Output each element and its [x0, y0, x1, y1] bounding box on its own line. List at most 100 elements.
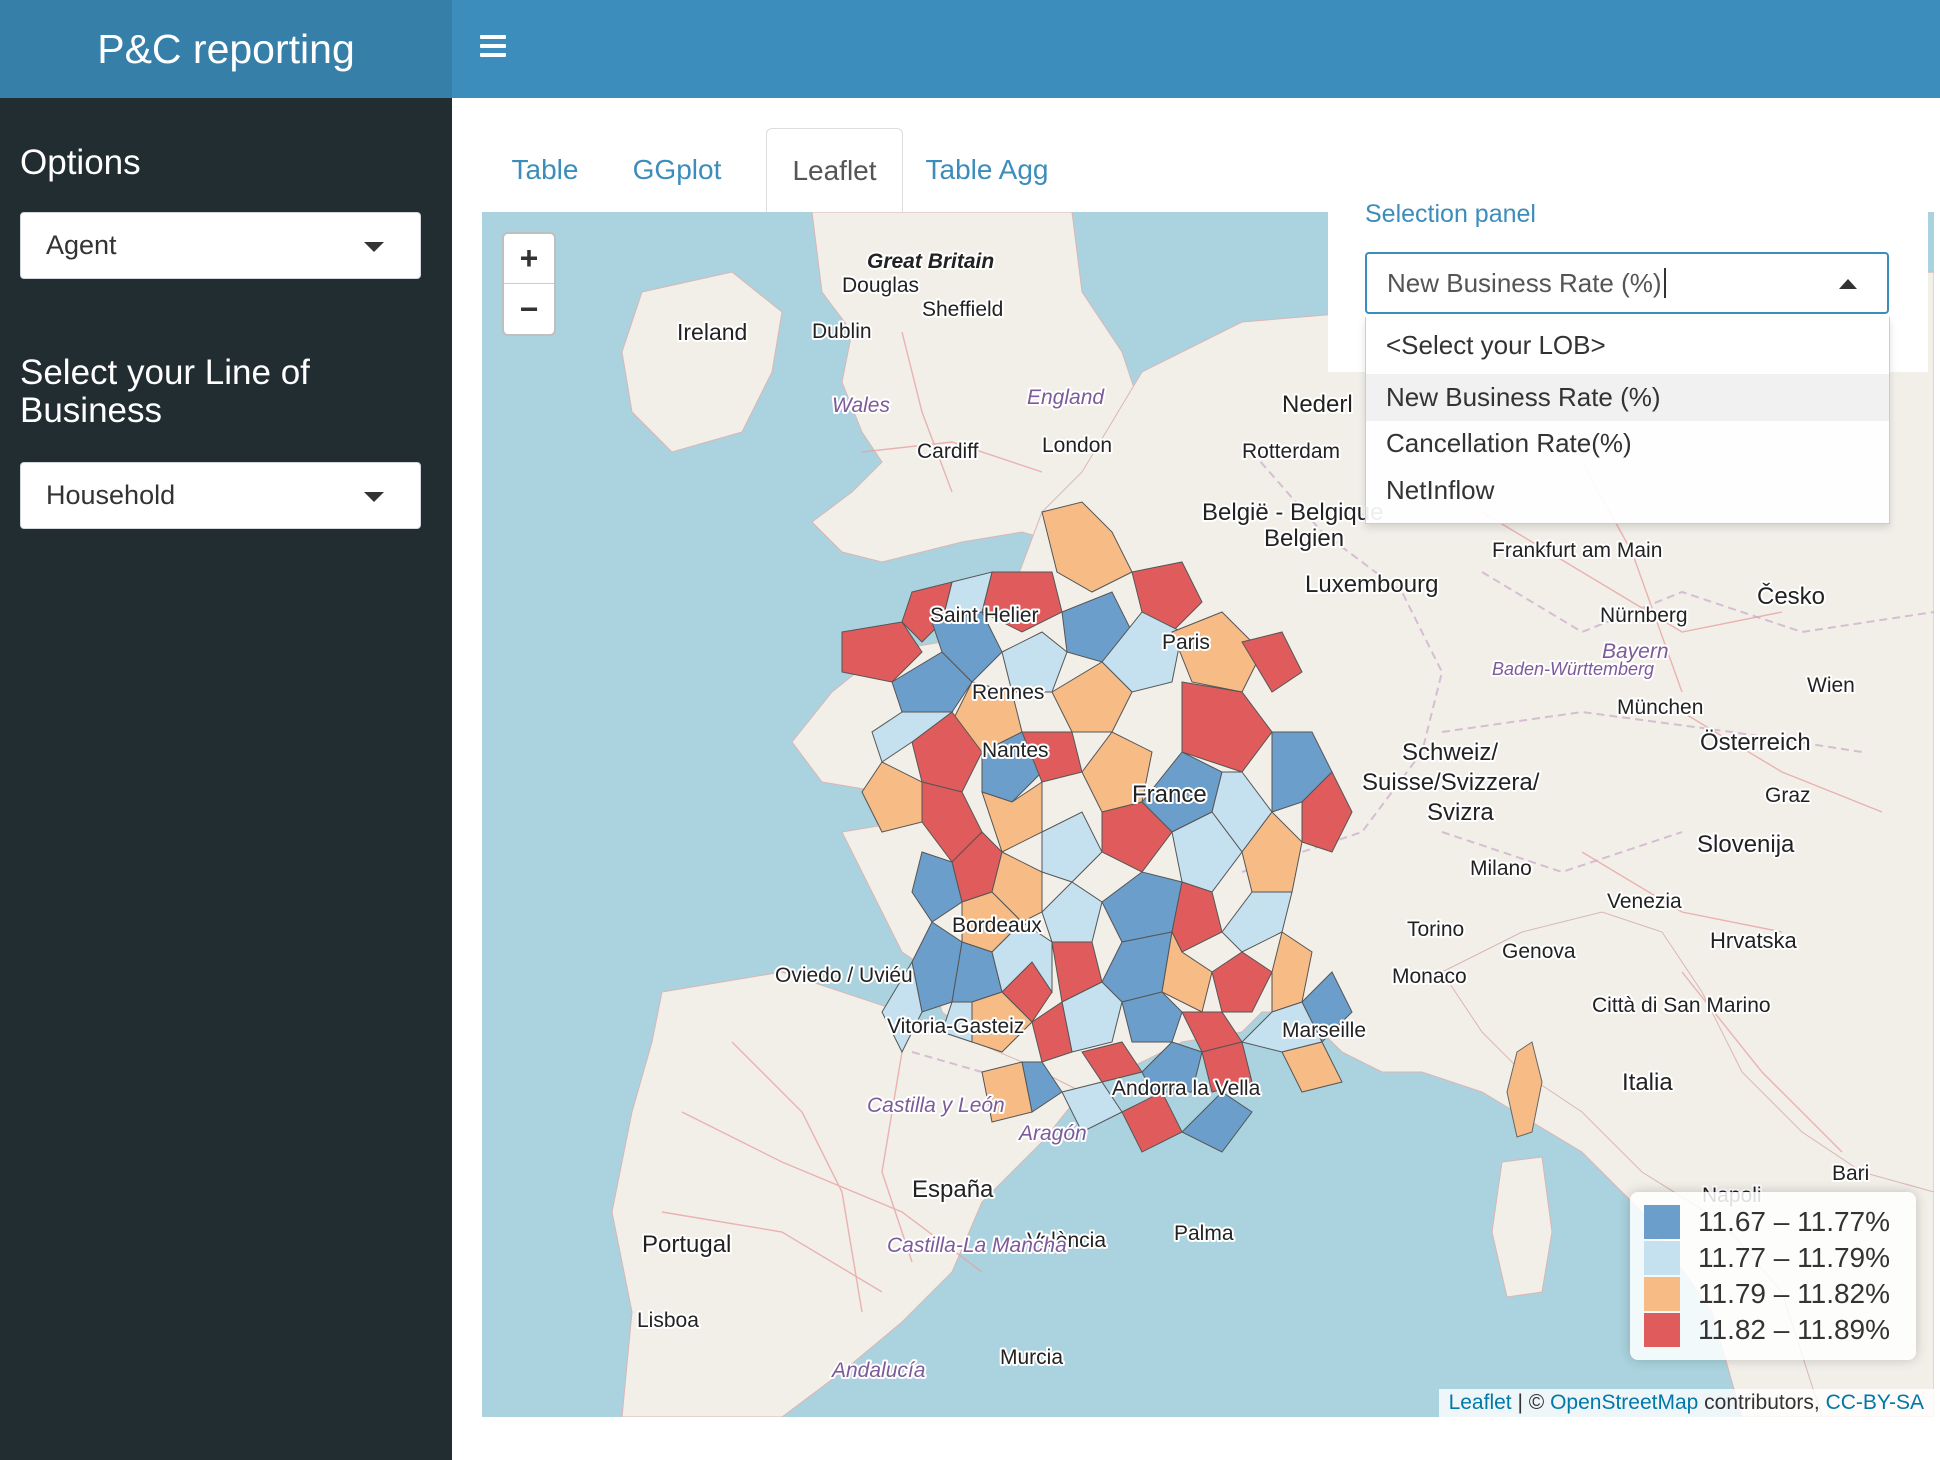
- map-label: Wales: [832, 394, 890, 417]
- map-label: Česko: [1757, 582, 1825, 610]
- map-label: London: [1042, 434, 1112, 457]
- tab-leaflet[interactable]: Leaflet: [766, 128, 903, 212]
- map-label: Suisse/Svizzera/: [1362, 769, 1540, 796]
- zoom-out-button[interactable]: −: [504, 284, 554, 334]
- chevron-up-icon: [1839, 279, 1857, 289]
- map-label: München: [1617, 696, 1703, 719]
- map-label: Dublin: [812, 320, 872, 343]
- map-label: Murcia: [1000, 1346, 1063, 1369]
- map-label: Genova: [1502, 940, 1576, 963]
- map-label: Graz: [1765, 784, 1811, 807]
- top-navbar: [452, 0, 1940, 98]
- map-label: France: [1132, 781, 1207, 808]
- dropdown-option-new-business-rate[interactable]: New Business Rate (%): [1366, 374, 1889, 421]
- dropdown-option-placeholder[interactable]: <Select your LOB>: [1366, 317, 1889, 374]
- map-label: Cardiff: [917, 440, 979, 463]
- map-label: Rotterdam: [1242, 440, 1340, 463]
- map-label: Palma: [1174, 1222, 1234, 1245]
- map-label: Österreich: [1700, 729, 1811, 756]
- map-label: Oviedo / Uviéu: [775, 964, 913, 987]
- tab-table-agg[interactable]: Table Agg: [903, 128, 1071, 212]
- map-label: Slovenija: [1697, 831, 1795, 858]
- map-label: Schweiz/: [1402, 739, 1498, 766]
- map-label: Belgien: [1264, 525, 1344, 552]
- map-label: Paris: [1162, 631, 1210, 654]
- map-label: Svizra: [1427, 799, 1494, 826]
- options-label: Options: [20, 143, 141, 182]
- map-label: Venezia: [1607, 890, 1682, 913]
- map-label: Rennes: [972, 681, 1044, 704]
- lob-select-value: Household: [46, 480, 176, 510]
- legend-swatch: [1644, 1241, 1680, 1275]
- legend-item: 11.67 – 11.77%: [1644, 1204, 1902, 1240]
- leaflet-link[interactable]: Leaflet: [1449, 1391, 1512, 1414]
- map-label: Luxembourg: [1305, 571, 1438, 598]
- legend-swatch: [1644, 1205, 1680, 1239]
- map-label: Torino: [1407, 918, 1464, 941]
- legend-item: 11.82 – 11.89%: [1644, 1312, 1902, 1348]
- app-logo-title[interactable]: P&C reporting: [0, 0, 452, 98]
- legend-label: 11.77 – 11.79%: [1698, 1242, 1891, 1273]
- map-label: Nantes: [982, 739, 1049, 762]
- chevron-down-icon: [364, 492, 384, 502]
- lob-metric-value: New Business Rate (%): [1387, 267, 1662, 298]
- map-label: Baden-Württemberg: [1492, 659, 1654, 679]
- options-select[interactable]: Agent: [20, 212, 421, 279]
- map-label: België - Belgique: [1202, 499, 1383, 526]
- map-label: Portugal: [642, 1231, 731, 1258]
- lob-metric-dropdown: <Select your LOB> New Business Rate (%) …: [1365, 317, 1890, 524]
- attribution-contributors: contributors,: [1698, 1391, 1826, 1414]
- map-label: Andorra la Vella: [1112, 1077, 1261, 1100]
- license-link[interactable]: CC-BY-SA: [1826, 1391, 1924, 1414]
- zoom-in-button[interactable]: +: [504, 234, 554, 284]
- text-cursor: [1663, 268, 1666, 298]
- map-label: Andalucía: [830, 1359, 925, 1382]
- lob-metric-select[interactable]: New Business Rate (%): [1365, 252, 1889, 314]
- tab-table[interactable]: Table: [483, 128, 607, 212]
- map-label: Vitoria-Gasteiz: [887, 1015, 1024, 1038]
- map-label: Marseille: [1282, 1019, 1366, 1042]
- legend-item: 11.79 – 11.82%: [1644, 1276, 1902, 1312]
- map-label: Ireland: [677, 319, 747, 345]
- dropdown-option-netinflow[interactable]: NetInflow: [1366, 467, 1889, 514]
- chevron-down-icon: [364, 242, 384, 252]
- map-label: Great Britain: [867, 250, 994, 273]
- map-label: Lisboa: [637, 1309, 699, 1332]
- map-label: Castilla-La Mancha: [887, 1234, 1067, 1257]
- hamburger-menu-icon[interactable]: [480, 35, 506, 57]
- map-label: Nederl: [1282, 391, 1353, 418]
- map-label: Bordeaux: [952, 914, 1042, 937]
- legend-item: 11.77 – 11.79%: [1644, 1240, 1902, 1276]
- lob-label: Select your Line of Business: [20, 353, 310, 430]
- legend-label: 11.79 – 11.82%: [1698, 1278, 1891, 1309]
- map-label: Hrvatska: [1710, 928, 1798, 953]
- dropdown-option-cancellation-rate[interactable]: Cancellation Rate(%): [1366, 421, 1889, 468]
- attribution-separator: | ©: [1511, 1391, 1551, 1414]
- map-label: Saint Helier: [930, 604, 1039, 627]
- map-label: Wien: [1807, 674, 1855, 697]
- legend-swatch: [1644, 1313, 1680, 1347]
- map-label: England: [1027, 386, 1105, 409]
- map-label: Aragón: [1017, 1122, 1087, 1145]
- map-label: Italia: [1622, 1069, 1673, 1096]
- options-select-value: Agent: [46, 230, 117, 260]
- map-label: Bari: [1832, 1162, 1869, 1185]
- map-label: Città di San Marino: [1592, 994, 1771, 1017]
- map-legend: 11.67 – 11.77% 11.77 – 11.79% 11.79 – 11…: [1630, 1192, 1916, 1360]
- legend-swatch: [1644, 1277, 1680, 1311]
- map-label: Sheffield: [922, 298, 1003, 321]
- osm-link[interactable]: OpenStreetMap: [1550, 1391, 1698, 1414]
- tab-ggplot[interactable]: GGplot: [607, 128, 747, 212]
- map-attribution: Leaflet | © OpenStreetMap contributors, …: [1438, 1389, 1934, 1417]
- selection-panel-title: Selection panel: [1365, 200, 1536, 228]
- sidebar: Options Agent Select your Line of Busine…: [0, 98, 452, 1460]
- map-label: Frankfurt am Main: [1492, 539, 1662, 562]
- map-label: Castilla y León: [867, 1094, 1005, 1117]
- map-label: Nürnberg: [1600, 604, 1688, 627]
- map-label: Milano: [1470, 857, 1532, 880]
- lob-select[interactable]: Household: [20, 462, 421, 529]
- map-label: España: [912, 1176, 994, 1203]
- zoom-control: + −: [502, 232, 556, 336]
- map-label: Monaco: [1392, 965, 1467, 988]
- legend-label: 11.82 – 11.89%: [1698, 1314, 1891, 1345]
